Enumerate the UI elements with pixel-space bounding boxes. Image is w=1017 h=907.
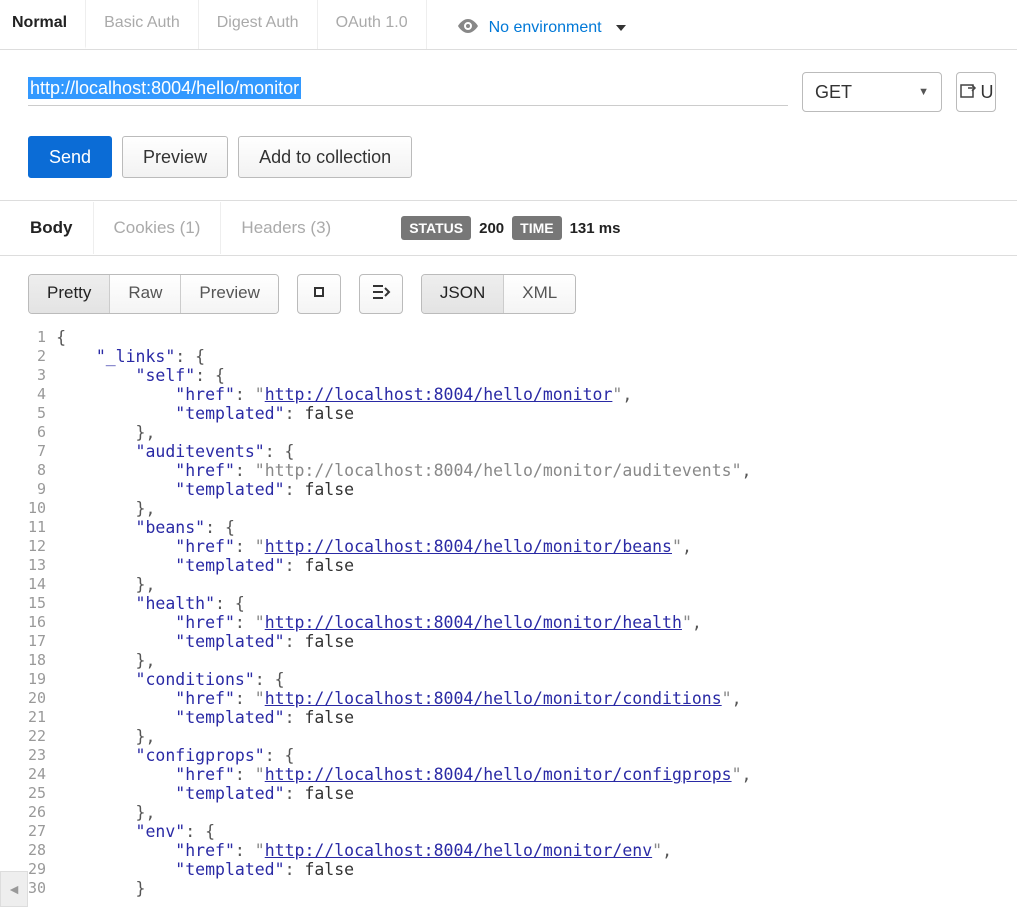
view-preview[interactable]: Preview [181,275,277,313]
copy-icon [311,284,327,305]
auth-tabs: Normal Basic Auth Digest Auth OAuth 1.0 … [0,0,1017,50]
viewer-controls: Pretty Raw Preview JSON XML [0,256,1017,328]
view-pretty[interactable]: Pretty [29,275,110,313]
view-mode-group: Pretty Raw Preview [28,274,279,314]
format-group: JSON XML [421,274,576,314]
environment-selector[interactable]: No environment [457,0,626,49]
url-input[interactable]: http://localhost:8004/hello/monitor [28,78,788,106]
time-value: 131 ms [570,220,621,237]
format-xml[interactable]: XML [504,275,575,313]
format-json[interactable]: JSON [422,275,504,313]
line-gutter: 1234567891011121314151617181920212223242… [28,328,56,898]
tab-headers[interactable]: Headers (3) [221,202,351,254]
response-tabs: Body Cookies (1) Headers (3) STATUS 200 … [0,200,1017,256]
response-body-viewer[interactable]: 1234567891011121314151617181920212223242… [0,328,1017,898]
time-label: TIME [512,216,561,240]
status-code: 200 [479,220,504,237]
wrap-button[interactable] [359,274,403,314]
tab-basic-auth[interactable]: Basic Auth [86,0,199,49]
send-button[interactable]: Send [28,136,112,178]
status-area: STATUS 200 TIME 131 ms [401,216,620,240]
request-row: http://localhost:8004/hello/monitor GET … [0,50,1017,112]
tab-body[interactable]: Body [10,202,94,254]
tab-normal[interactable]: Normal [0,0,86,49]
url-text: http://localhost:8004/hello/monitor [28,77,301,99]
code-content: { "_links": { "self": { "href": "http://… [56,328,751,898]
add-to-collection-button[interactable]: Add to collection [238,136,412,178]
chevron-left-icon: ◄ [7,881,21,897]
wrap-icon [371,284,391,305]
method-value: GET [815,82,852,103]
chevron-down-icon [616,25,626,31]
environment-label: No environment [489,19,602,37]
history-toggle[interactable]: ◄ [0,871,28,907]
url-params-label: U [981,82,994,103]
tab-cookies[interactable]: Cookies (1) [94,202,222,254]
status-label: STATUS [401,216,471,240]
view-raw[interactable]: Raw [110,275,181,313]
copy-button[interactable] [297,274,341,314]
tab-digest-auth[interactable]: Digest Auth [199,0,318,49]
action-row: Send Preview Add to collection [0,112,1017,200]
preview-button[interactable]: Preview [122,136,228,178]
method-select[interactable]: GET [802,72,942,112]
url-params-button[interactable]: U [956,72,996,112]
eye-icon [457,17,479,38]
tab-oauth-1-0[interactable]: OAuth 1.0 [318,0,427,49]
